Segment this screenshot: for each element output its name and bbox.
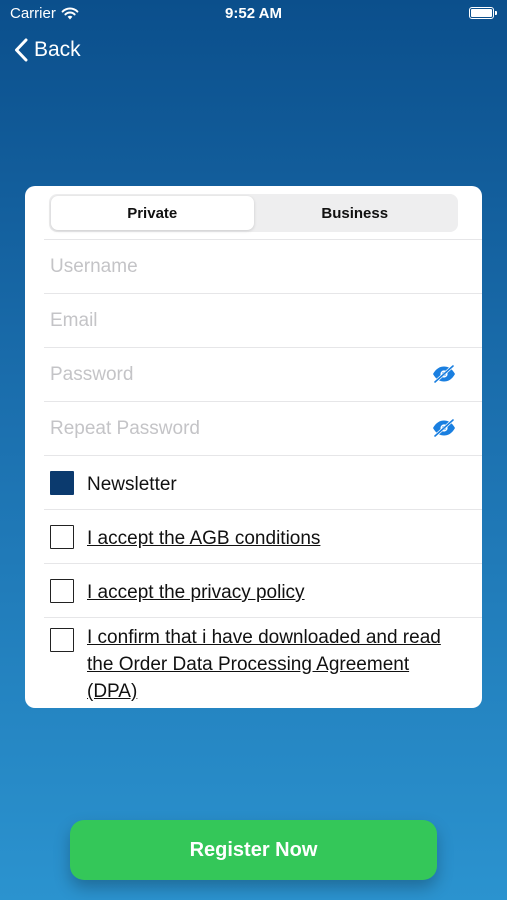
agb-checkbox[interactable]	[50, 525, 74, 549]
agb-row: I accept the AGB conditions	[44, 509, 482, 563]
segment-private[interactable]: Private	[51, 196, 254, 230]
privacy-policy-checkbox[interactable]	[50, 579, 74, 603]
newsletter-label[interactable]: Newsletter	[87, 471, 177, 498]
password-row	[44, 347, 482, 401]
dpa-checkbox[interactable]	[50, 628, 74, 652]
back-label: Back	[34, 38, 81, 61]
chevron-left-icon	[15, 38, 28, 62]
newsletter-row: Newsletter	[44, 455, 482, 509]
username-input[interactable]	[50, 255, 410, 278]
eye-slash-icon[interactable]	[432, 365, 456, 383]
newsletter-checkbox[interactable]	[50, 471, 74, 495]
username-row	[44, 239, 482, 293]
email-input[interactable]	[50, 309, 410, 332]
dpa-row: I confirm that i have downloaded and rea…	[44, 617, 482, 708]
privacy-row: I accept the privacy policy	[44, 563, 482, 617]
status-time: 9:52 AM	[225, 5, 282, 22]
register-now-button[interactable]: Register Now	[70, 820, 437, 880]
status-bar: Carrier 9:52 AM	[0, 0, 507, 28]
segment-business[interactable]: Business	[254, 196, 457, 230]
dpa-agreement-link[interactable]: I confirm that i have downloaded and rea…	[87, 624, 447, 705]
eye-slash-icon[interactable]	[432, 419, 456, 437]
repeat-password-input[interactable]	[50, 417, 410, 440]
privacy-policy-link[interactable]: I accept the privacy policy	[87, 579, 305, 606]
email-row	[44, 293, 482, 347]
battery-icon	[469, 7, 497, 19]
account-type-segmented-control: Private Business	[49, 194, 458, 232]
back-button[interactable]: Back	[14, 38, 81, 62]
registration-card: Private Business Newsletter I	[25, 186, 482, 708]
repeat-password-row	[44, 401, 482, 455]
password-input[interactable]	[50, 363, 410, 386]
agb-conditions-link[interactable]: I accept the AGB conditions	[87, 525, 320, 552]
